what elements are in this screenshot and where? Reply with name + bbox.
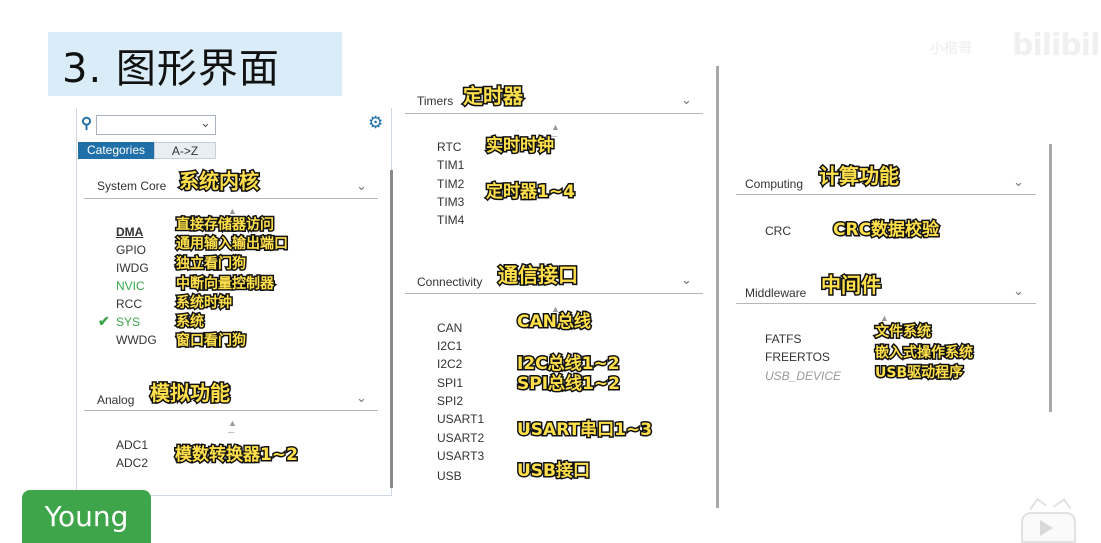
annotation-computing: 计算功能 (818, 164, 901, 188)
annotation-fatfs: 文件系统 (874, 324, 933, 341)
middle-panel-scrollbar[interactable] (716, 66, 719, 508)
author-badge: Young (22, 490, 151, 543)
search-input[interactable] (96, 115, 216, 135)
annotation-gpio: 通用输入输出端口 (175, 236, 290, 253)
list-item-can[interactable]: CAN (437, 321, 462, 335)
list-item-nvic[interactable]: NVIC (116, 279, 145, 293)
list-item-spi1[interactable]: SPI1 (437, 376, 463, 390)
divider (736, 303, 1036, 304)
annotation-dma: 直接存储器访问 (175, 217, 276, 234)
watermark-uploader: 小楷哥 (930, 41, 972, 57)
annotation-sys: 系统 (175, 314, 206, 331)
list-item-rcc[interactable]: RCC (116, 297, 142, 311)
chevron-down-icon[interactable]: ⌄ (356, 178, 367, 194)
search-icon[interactable]: ⚲ (81, 114, 92, 132)
chevron-down-icon[interactable]: ⌄ (356, 390, 367, 406)
divider (736, 194, 1036, 195)
list-item-usb-device[interactable]: USB_DEVICE (765, 369, 841, 383)
list-item-gpio[interactable]: GPIO (116, 243, 146, 257)
annotation-timers: 定时器 (462, 84, 525, 108)
annotation-usb-device: USB驱动程序 (873, 365, 964, 382)
section-timers[interactable]: Timers (417, 94, 453, 108)
list-item-adc2[interactable]: ADC2 (116, 456, 148, 470)
annotation-rcc: 系统时钟 (175, 295, 234, 312)
left-panel-scrollbar[interactable] (390, 170, 393, 488)
annotation-crc: CRC数据校验 (831, 220, 940, 240)
annotation-iwdg: 独立看门狗 (175, 256, 248, 273)
annotation-usart: USART串口1~3 (515, 420, 653, 440)
list-item-tim2[interactable]: TIM2 (437, 177, 464, 191)
annotation-connectivity: 通信接口 (497, 263, 580, 287)
bilibili-watermark: bilibili (1012, 28, 1101, 63)
list-item-crc[interactable]: CRC (765, 224, 791, 238)
section-system-core[interactable]: System Core (97, 179, 166, 193)
annotation-spi: SPI总线1~2 (516, 374, 622, 394)
list-item-tim1[interactable]: TIM1 (437, 158, 464, 172)
annotation-can: CAN总线 (516, 312, 593, 332)
annotation-usb: USB接口 (515, 461, 591, 481)
chevron-down-icon[interactable]: ⌄ (681, 272, 692, 288)
list-item-adc1[interactable]: ADC1 (116, 438, 148, 452)
annotation-nvic: 中断向量控制器 (175, 276, 276, 293)
annotation-rtc: 实时时钟 (485, 136, 556, 156)
section-middleware[interactable]: Middleware (745, 286, 806, 300)
annotation-adc: 模数转换器1~2 (174, 445, 300, 465)
divider (84, 410, 378, 411)
check-icon: ✔ (98, 313, 110, 329)
list-item-spi2[interactable]: SPI2 (437, 394, 463, 408)
slide-title: 3. 图形界面 (62, 46, 280, 92)
divider (405, 113, 703, 114)
list-item-tim4[interactable]: TIM4 (437, 213, 464, 227)
play-icon[interactable] (1040, 520, 1053, 536)
list-item-usart3[interactable]: USART3 (437, 449, 484, 463)
annotation-freertos: 嵌入式操作系统 (874, 345, 975, 362)
chevron-down-icon[interactable]: ⌄ (1013, 174, 1024, 190)
annotation-system-core: 系统内核 (178, 169, 261, 193)
list-item-wwdg[interactable]: WWDG (116, 333, 157, 347)
right-panel-scrollbar[interactable] (1049, 144, 1052, 412)
list-item-freertos[interactable]: FREERTOS (765, 350, 830, 364)
list-item-i2c2[interactable]: I2C2 (437, 357, 462, 371)
annotation-i2c: I2C总线1~2 (516, 354, 622, 374)
tab-categories[interactable]: Categories (78, 142, 154, 159)
list-item-dma[interactable]: DMA (116, 225, 143, 239)
annotation-analog: 模拟功能 (149, 381, 232, 405)
annotation-middleware: 中间件 (820, 273, 883, 297)
chevron-down-icon[interactable]: ⌄ (681, 92, 692, 108)
list-item-i2c1[interactable]: I2C1 (437, 339, 462, 353)
annotation-tim: 定时器1~4 (485, 182, 577, 202)
chevron-down-icon[interactable]: ⌄ (200, 115, 211, 131)
section-computing[interactable]: Computing (745, 177, 803, 191)
list-item-usb[interactable]: USB (437, 469, 462, 483)
section-analog[interactable]: Analog (97, 393, 134, 407)
annotation-wwdg: 窗口看门狗 (175, 333, 248, 350)
slide: 3. 图形界面 小楷哥 bilibili ⚲ ⌄ ⚙ Categories A-… (0, 0, 1101, 543)
sort-icon[interactable]: ▲ ─ (228, 419, 237, 437)
list-item-usart2[interactable]: USART2 (437, 431, 484, 445)
list-item-usart1[interactable]: USART1 (437, 412, 484, 426)
chevron-down-icon[interactable]: ⌄ (1013, 283, 1024, 299)
list-item-sys[interactable]: SYS (116, 315, 140, 329)
list-item-rtc[interactable]: RTC (437, 140, 461, 154)
list-item-fatfs[interactable]: FATFS (765, 332, 801, 346)
list-item-tim3[interactable]: TIM3 (437, 195, 464, 209)
list-item-iwdg[interactable]: IWDG (116, 261, 149, 275)
divider (405, 293, 703, 294)
divider (84, 198, 378, 199)
section-connectivity[interactable]: Connectivity (417, 275, 482, 289)
gear-icon[interactable]: ⚙ (368, 113, 383, 133)
tab-a-z[interactable]: A->Z (154, 142, 216, 159)
